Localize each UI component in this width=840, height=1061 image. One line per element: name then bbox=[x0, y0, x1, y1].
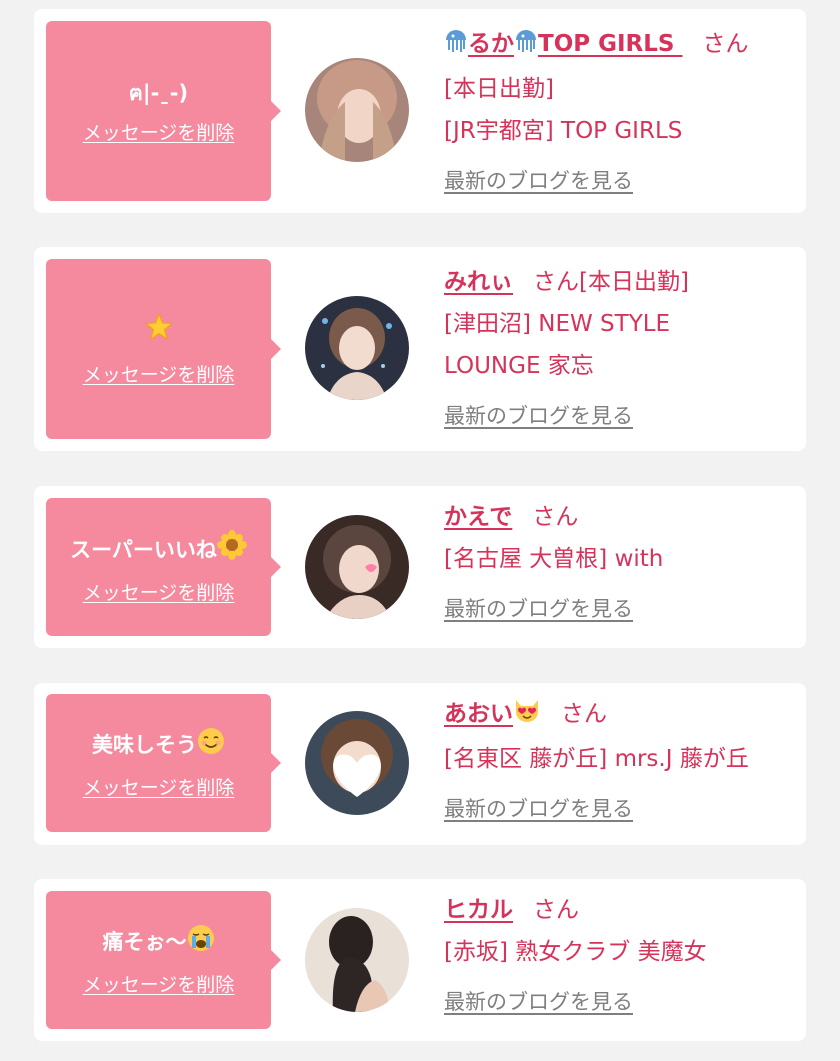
profile-name: あおい bbox=[444, 701, 513, 727]
name-line: かえで さん bbox=[444, 496, 794, 538]
honorific: さん bbox=[702, 31, 749, 57]
message-card: 美味しそう メッセージを削除 あおい さん [名東区 藤が丘] mrs.J 藤が… bbox=[34, 683, 806, 845]
jellyfish-icon bbox=[514, 26, 538, 68]
profile-name-link[interactable]: みれぃ bbox=[444, 269, 513, 295]
message-text: ฅ|-ˍ-) bbox=[128, 80, 189, 105]
avatar[interactable] bbox=[305, 711, 409, 815]
message-card: スーパーいいね メッセージを削除 かえで さん [名古屋 大曽根] with 最新… bbox=[34, 486, 806, 648]
shop-name: [赤坂] 熟女クラブ 美魔女 bbox=[444, 939, 707, 965]
message-list: ฅ|-ˍ-) メッセージを削除 るか TOP GIRLS さん [本日出勤] [… bbox=[0, 0, 840, 1061]
message-text: 美味しそう bbox=[92, 727, 225, 763]
work-status: [本日出勤] bbox=[444, 76, 554, 102]
message-bubble: ฅ|-ˍ-) メッセージを削除 bbox=[46, 21, 281, 201]
name-line: みれぃ さん[本日出勤] bbox=[444, 261, 794, 303]
smiling-face-icon bbox=[197, 727, 225, 763]
profile-info: るか TOP GIRLS さん [本日出勤] [JR宇都宮] TOP GIRLS… bbox=[444, 23, 794, 196]
delete-message-link[interactable]: メッセージを削除 bbox=[83, 118, 235, 145]
avatar[interactable] bbox=[305, 58, 409, 162]
profile-name-suffix: TOP GIRLS bbox=[538, 31, 675, 57]
shop-name: [JR宇都宮] TOP GIRLS bbox=[444, 118, 683, 144]
message-bubble: メッセージを削除 bbox=[46, 259, 281, 439]
delete-message-link[interactable]: メッセージを削除 bbox=[83, 578, 235, 605]
profile-name-link[interactable]: るか TOP GIRLS bbox=[444, 30, 683, 57]
latest-blog-link[interactable]: 最新のブログを見る bbox=[444, 987, 794, 1017]
message-text: スーパーいいね bbox=[70, 529, 247, 568]
message-bubble: スーパーいいね メッセージを削除 bbox=[46, 498, 281, 636]
latest-blog-link[interactable]: 最新のブログを見る bbox=[444, 401, 794, 431]
message-text: 痛そぉ〜 bbox=[103, 924, 215, 960]
profile-name: るか bbox=[468, 31, 514, 57]
honorific: さん bbox=[533, 897, 579, 923]
honorific: さん bbox=[533, 269, 579, 295]
profile-name-link[interactable]: ヒカル bbox=[444, 897, 513, 923]
message-text-label: 痛そぉ〜 bbox=[102, 929, 187, 954]
sunflower-icon bbox=[216, 529, 247, 568]
honorific: さん bbox=[532, 504, 579, 530]
profile-name-link[interactable]: かえで bbox=[444, 504, 512, 530]
delete-message-link[interactable]: メッセージを削除 bbox=[83, 360, 235, 387]
work-status: [本日出勤] bbox=[579, 269, 689, 295]
shop-name: [名古屋 大曽根] with bbox=[444, 546, 664, 572]
shop-name: [名東区 藤が丘] mrs.J 藤が丘 bbox=[444, 746, 749, 772]
shop-name: [津田沼] NEW STYLE LOUNGE 家忘 bbox=[444, 311, 671, 379]
profile-info: あおい さん [名東区 藤が丘] mrs.J 藤が丘 最新のブログを見る bbox=[444, 693, 794, 824]
message-text-label: スーパーいいね bbox=[70, 537, 217, 562]
message-card: メッセージを削除 みれぃ さん[本日出勤] [津田沼] NEW STYLE LOU… bbox=[34, 247, 806, 451]
message-card: ฅ|-ˍ-) メッセージを削除 るか TOP GIRLS さん [本日出勤] [… bbox=[34, 9, 806, 213]
avatar[interactable] bbox=[305, 908, 409, 1012]
honorific: さん bbox=[561, 701, 607, 727]
avatar[interactable] bbox=[305, 515, 409, 619]
delete-message-link[interactable]: メッセージを削除 bbox=[83, 773, 235, 800]
profile-info: かえで さん [名古屋 大曽根] with 最新のブログを見る bbox=[444, 496, 794, 624]
profile-info: ヒカル さん [赤坂] 熟女クラブ 美魔女 最新のブログを見る bbox=[444, 889, 794, 1017]
avatar[interactable] bbox=[305, 296, 409, 400]
name-line: ヒカル さん bbox=[444, 889, 794, 931]
heart-eyes-cat-icon bbox=[513, 696, 541, 738]
latest-blog-link[interactable]: 最新のブログを見る bbox=[444, 794, 794, 824]
name-line: あおい さん bbox=[444, 693, 794, 738]
sparkle-star-icon bbox=[144, 312, 174, 350]
crying-face-icon bbox=[187, 924, 215, 960]
profile-info: みれぃ さん[本日出勤] [津田沼] NEW STYLE LOUNGE 家忘 最新… bbox=[444, 261, 794, 431]
profile-name-link[interactable]: あおい bbox=[444, 700, 541, 727]
message-bubble: 美味しそう メッセージを削除 bbox=[46, 694, 281, 832]
latest-blog-link[interactable]: 最新のブログを見る bbox=[444, 166, 794, 196]
message-card: 痛そぉ〜 メッセージを削除 ヒカル さん [赤坂] 熟女クラブ 美魔女 最新のブロ… bbox=[34, 879, 806, 1041]
message-text-label: 美味しそう bbox=[92, 732, 197, 757]
name-line: るか TOP GIRLS さん bbox=[444, 23, 794, 68]
message-bubble: 痛そぉ〜 メッセージを削除 bbox=[46, 891, 281, 1029]
latest-blog-link[interactable]: 最新のブログを見る bbox=[444, 594, 794, 624]
message-text bbox=[144, 312, 174, 350]
jellyfish-icon bbox=[444, 26, 468, 68]
delete-message-link[interactable]: メッセージを削除 bbox=[83, 970, 235, 997]
